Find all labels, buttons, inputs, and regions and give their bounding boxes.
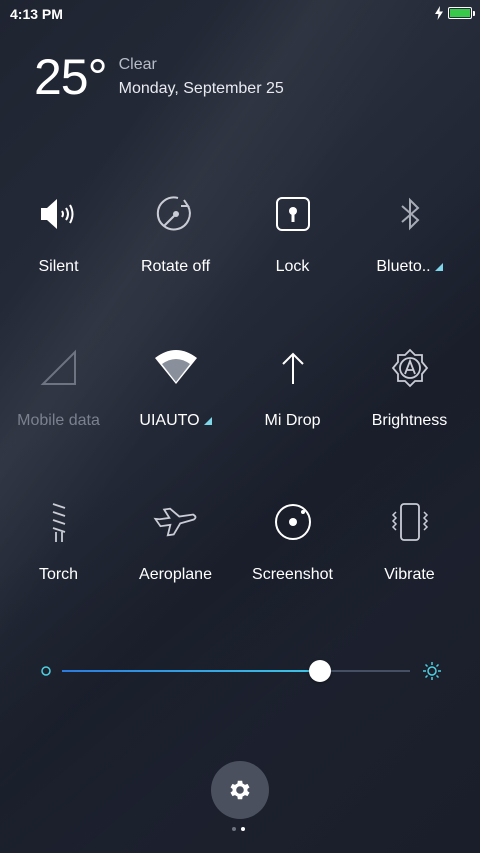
expand-indicator-icon	[434, 262, 443, 271]
tile-label: Aeroplane	[139, 566, 212, 583]
silent-icon	[35, 190, 83, 238]
rotate-icon	[152, 190, 200, 238]
tile-label: UIAUTO	[139, 412, 200, 429]
tile-mi-drop[interactable]: Mi Drop	[234, 342, 351, 496]
tile-label: Lock	[275, 258, 310, 275]
brightness-low-icon	[41, 666, 51, 676]
page-dot[interactable]	[232, 827, 236, 831]
status-time: 4:13 PM	[10, 6, 63, 22]
battery-icon	[448, 7, 475, 19]
tile-label: Blueto..	[376, 258, 431, 275]
expand-indicator-icon	[203, 416, 212, 425]
tile-label: Silent	[38, 258, 79, 275]
temperature: 25°	[34, 49, 108, 105]
tile-brightness[interactable]: Brightness	[351, 342, 468, 496]
torch-icon	[35, 498, 83, 546]
tile-aeroplane[interactable]: Aeroplane	[117, 496, 234, 650]
date-label: Monday, September 25	[118, 80, 284, 97]
tile-torch[interactable]: Torch	[0, 496, 117, 650]
brightness-slider[interactable]	[38, 658, 442, 684]
status-bar: 4:13 PM	[0, 0, 480, 28]
aeroplane-icon	[152, 498, 200, 546]
auto-brightness-icon	[386, 344, 434, 392]
screenshot-icon	[269, 498, 317, 546]
wifi-icon	[152, 344, 200, 392]
page-indicator	[232, 827, 245, 831]
tile-label: Rotate off	[140, 258, 211, 275]
tile-lock[interactable]: Lock	[234, 188, 351, 342]
tile-wifi[interactable]: UIAUTO	[117, 342, 234, 496]
tile-label: Screenshot	[252, 566, 333, 583]
tile-label: Torch	[38, 566, 79, 583]
weather-widget[interactable]: 25° Clear Monday, September 25	[34, 52, 284, 102]
lock-icon	[269, 190, 317, 238]
tile-label: Mi Drop	[264, 412, 321, 429]
brightness-high-icon	[423, 662, 441, 680]
weather-condition: Clear	[118, 56, 157, 73]
battery-indicator	[434, 6, 475, 20]
vibrate-icon	[386, 498, 434, 546]
charging-icon	[435, 6, 443, 20]
tile-label: Mobile data	[17, 412, 100, 429]
tile-rotate[interactable]: Rotate off	[117, 188, 234, 342]
tile-silent[interactable]: Silent	[0, 188, 117, 342]
tile-bluetooth[interactable]: Blueto..	[351, 188, 468, 342]
tile-screenshot[interactable]: Screenshot	[234, 496, 351, 650]
bluetooth-icon	[386, 190, 434, 238]
mobile-data-icon	[35, 344, 83, 392]
slider-handle[interactable]	[309, 660, 331, 682]
tile-label: Brightness	[371, 412, 448, 429]
mi-drop-icon	[269, 344, 317, 392]
tile-vibrate[interactable]: Vibrate	[351, 496, 468, 650]
tile-mobile-data[interactable]: Mobile data	[0, 342, 117, 496]
slider-fill	[62, 670, 320, 672]
tile-label: Vibrate	[384, 566, 435, 583]
settings-button[interactable]	[211, 761, 269, 819]
quick-settings-grid: Silent Rotate off Lock Blueto.. Mobile d…	[0, 188, 480, 650]
page-dot-active[interactable]	[241, 827, 245, 831]
gear-icon	[230, 780, 250, 800]
